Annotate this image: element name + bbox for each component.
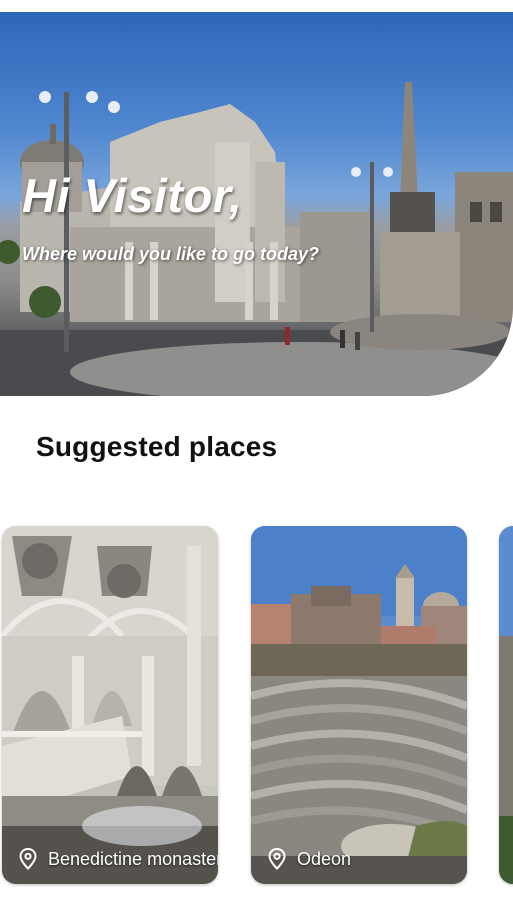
place-card-image	[499, 526, 513, 884]
greeting-title: Hi Visitor,	[22, 169, 243, 222]
greeting-subtitle: Where would you like to go today?	[22, 244, 320, 264]
suggested-places-carousel[interactable]: Benedictine monastery Odeon	[0, 526, 513, 884]
place-card-partial[interactable]	[499, 526, 513, 884]
place-card-benedictine-monastery[interactable]: Benedictine monastery	[2, 526, 218, 884]
place-name: Benedictine monastery	[48, 848, 218, 869]
place-card-image	[2, 526, 218, 884]
location-pin-icon	[18, 848, 38, 870]
place-name: Odeon	[297, 848, 352, 869]
location-pin-icon	[267, 848, 287, 870]
place-card-odeon[interactable]: Odeon	[251, 526, 467, 884]
place-card-label: Benedictine monastery	[18, 848, 218, 870]
place-card-image	[251, 526, 467, 884]
app-screen: Hi Visitor, Where would you like to go t…	[0, 0, 513, 900]
suggested-places-heading: Suggested places	[36, 431, 278, 462]
place-card-label: Odeon	[267, 848, 351, 870]
hero-banner: Hi Visitor, Where would you like to go t…	[0, 12, 513, 396]
